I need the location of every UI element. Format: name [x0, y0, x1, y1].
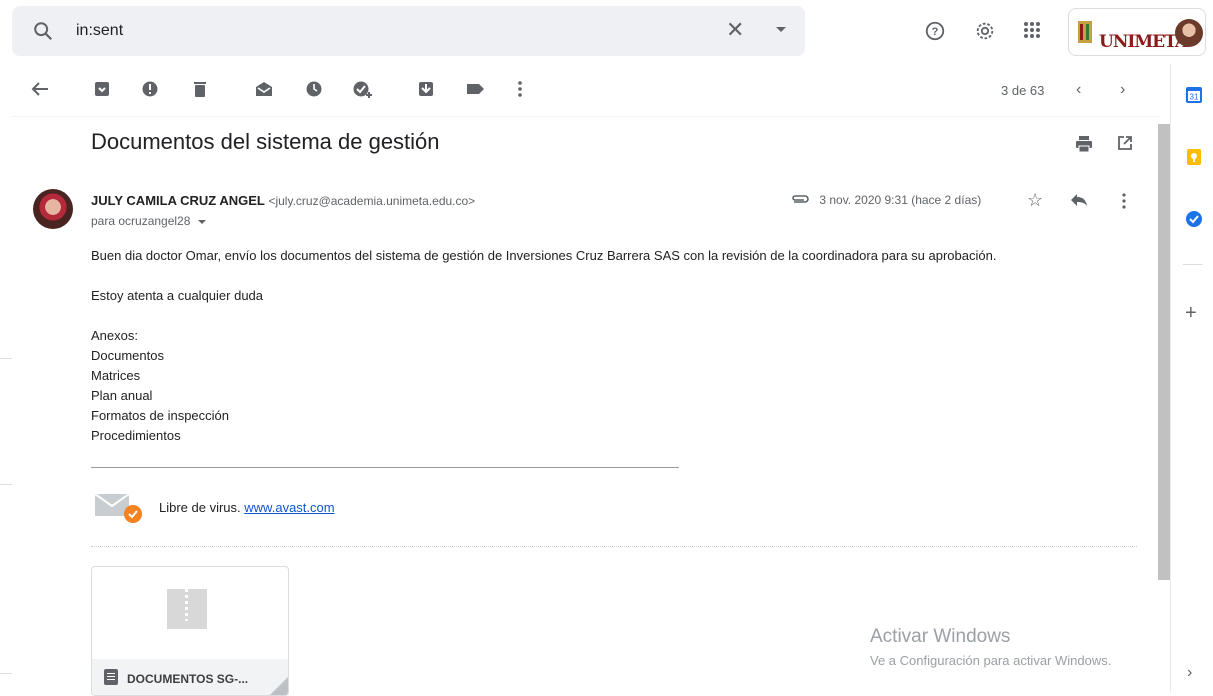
attachments-divider	[91, 546, 1137, 547]
unimeta-logo: UNIMETA	[1077, 19, 1188, 52]
keep-icon[interactable]	[1185, 148, 1203, 171]
body-line: Estoy atenta a cualquier duda	[91, 288, 264, 303]
logo-text: UNIMETA	[1099, 32, 1188, 52]
star-icon[interactable]: ☆	[1027, 190, 1043, 211]
message-counter: 3 de 63	[1001, 83, 1045, 98]
open-new-window-icon[interactable]	[1116, 134, 1134, 157]
body-line: Plan anual	[91, 388, 153, 403]
older-chevron-icon[interactable]: ›	[1120, 81, 1125, 99]
settings-icon[interactable]	[974, 20, 996, 47]
body-line: Documentos	[91, 348, 164, 363]
activate-windows-title: Activar Windows	[870, 626, 1011, 647]
delete-icon[interactable]	[190, 79, 210, 104]
side-panel: 31 + ›	[1170, 64, 1213, 692]
attachment-paperclip-icon	[790, 193, 810, 208]
message-more-icon[interactable]	[1116, 192, 1132, 215]
clear-search-icon[interactable]: ✕	[726, 19, 744, 41]
sender-line: JULY CAMILA CRUZ ANGEL <july.cruz@academ…	[91, 193, 475, 208]
avast-envelope-icon	[94, 490, 143, 529]
newer-chevron-icon[interactable]: ‹	[1076, 81, 1081, 99]
reply-icon[interactable]	[1070, 192, 1088, 213]
svg-text:?: ?	[932, 26, 939, 38]
tasks-icon[interactable]	[1185, 210, 1203, 233]
help-icon[interactable]: ?	[924, 20, 946, 47]
attachment-footer: DOCUMENTOS SG-...	[92, 659, 288, 695]
recipient-label: para ocruzangel28	[91, 214, 191, 228]
more-options-icon[interactable]	[510, 79, 530, 104]
attachment-name: DOCUMENTOS SG-...	[127, 672, 249, 686]
edge-tick	[0, 358, 12, 359]
message-date: 3 nov. 2020 9:31 (hace 2 días)	[819, 193, 982, 207]
recipients[interactable]: para ocruzangel28	[91, 214, 206, 228]
email-subject: Documentos del sistema de gestión	[91, 129, 440, 154]
edge-tick	[0, 673, 12, 674]
snooze-icon[interactable]	[304, 79, 324, 104]
archive-icon[interactable]	[92, 79, 112, 104]
virus-free-note: Libre de virus. www.avast.com	[159, 500, 335, 515]
body-line: Anexos:	[91, 328, 138, 343]
report-spam-icon[interactable]	[140, 79, 160, 104]
message-body: Buen dia doctor Omar, envío los document…	[91, 246, 996, 446]
account-avatar[interactable]	[1175, 19, 1203, 47]
body-line: Matrices	[91, 368, 141, 383]
avast-link[interactable]: www.avast.com	[244, 500, 334, 515]
zip-file-icon	[167, 589, 207, 629]
search-options-icon[interactable]	[776, 27, 786, 32]
top-bar: in:sent ✕ ? UNIMETA	[0, 0, 1213, 64]
rail-divider	[1183, 264, 1203, 265]
search-icon[interactable]	[32, 20, 54, 47]
expand-panel-chevron-icon[interactable]: ›	[1187, 664, 1192, 682]
mark-unread-icon[interactable]	[254, 79, 274, 104]
edge-tick	[0, 484, 12, 485]
apps-icon[interactable]	[1022, 20, 1042, 45]
print-icon[interactable]	[1074, 134, 1094, 159]
document-icon	[104, 669, 118, 685]
search-input[interactable]: in:sent	[76, 22, 123, 40]
move-to-icon[interactable]	[416, 79, 436, 104]
add-addon-icon[interactable]: +	[1185, 302, 1197, 325]
calendar-icon[interactable]: 31	[1185, 86, 1203, 109]
virus-free-label: Libre de virus.	[159, 500, 241, 515]
message-toolbar: 3 de 63 ‹ ›	[0, 66, 1160, 114]
body-line: Buen dia doctor Omar, envío los document…	[91, 248, 997, 263]
sender-email: <july.cruz@academia.unimeta.edu.co>	[268, 194, 476, 208]
body-line: Formatos de inspección	[91, 408, 230, 423]
search-bar[interactable]: in:sent ✕	[12, 6, 805, 56]
back-arrow-icon[interactable]	[30, 79, 50, 104]
sender-name[interactable]: JULY CAMILA CRUZ ANGEL	[91, 193, 265, 208]
body-line	[91, 266, 996, 286]
toolbar-divider	[12, 116, 1160, 117]
attachment-card[interactable]: DOCUMENTOS SG-...	[91, 566, 289, 696]
page-fold	[266, 675, 288, 695]
message-meta: 3 nov. 2020 9:31 (hace 2 días)	[790, 193, 981, 208]
scrollbar[interactable]	[1158, 124, 1170, 580]
signature-divider	[91, 467, 679, 468]
svg-text:31: 31	[1190, 93, 1199, 102]
show-details-icon[interactable]	[197, 219, 206, 224]
add-task-icon[interactable]	[352, 79, 374, 104]
body-line: Procedimientos	[91, 428, 181, 443]
body-line	[91, 306, 996, 326]
account-switcher[interactable]: UNIMETA	[1068, 8, 1206, 56]
activate-windows-subtitle: Ve a Configuración para activar Windows.	[870, 653, 1112, 668]
label-icon[interactable]	[464, 79, 486, 104]
sender-avatar[interactable]	[33, 189, 73, 229]
